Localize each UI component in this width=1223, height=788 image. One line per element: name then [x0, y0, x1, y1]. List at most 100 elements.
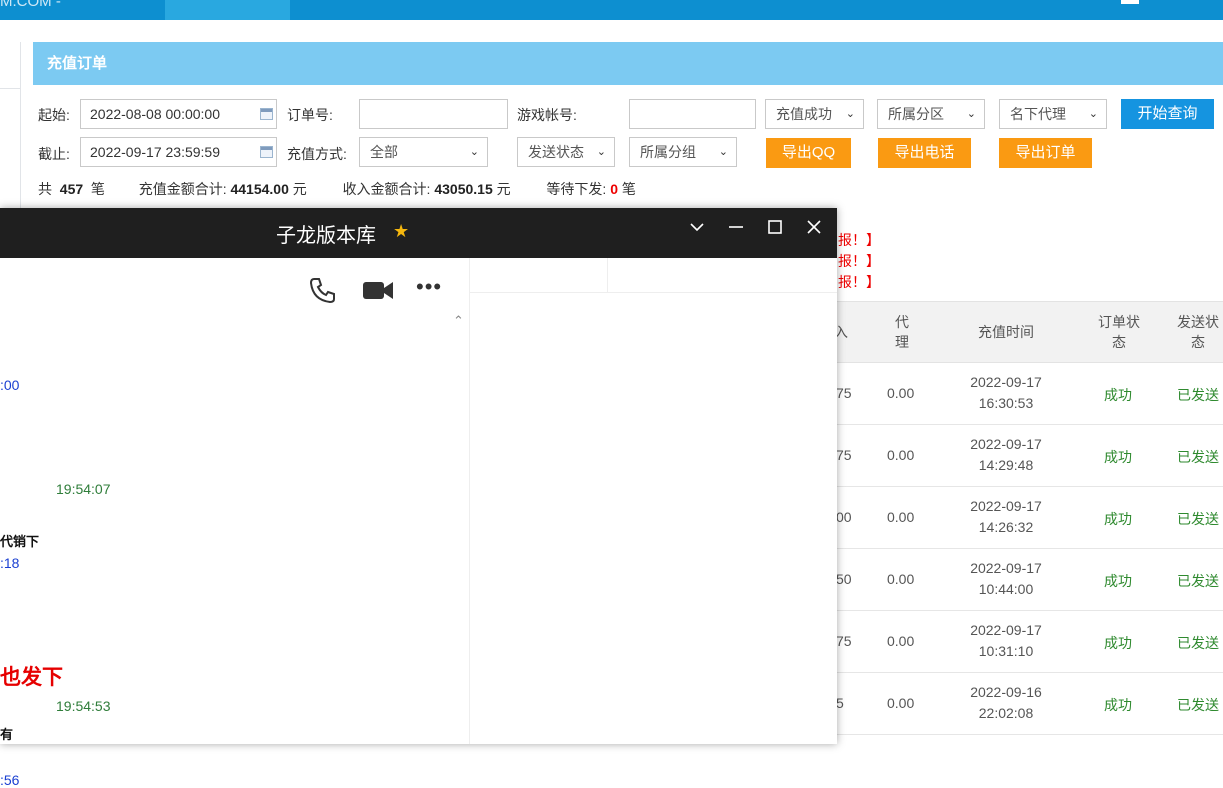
region-value: 所属分区	[888, 106, 944, 122]
minimize-icon[interactable]	[727, 218, 745, 242]
cell-date: 2022-09-17	[970, 436, 1042, 452]
calendar-icon[interactable]	[260, 108, 273, 120]
cell-time: 14:29:48	[978, 457, 1034, 473]
cell-agent: 0.00	[887, 509, 915, 525]
more-icon[interactable]: •••	[416, 274, 442, 300]
cell-send-status: 已发送	[1177, 387, 1219, 403]
chevron-down-icon[interactable]	[688, 218, 706, 242]
cell-order-status: 成功	[1104, 511, 1132, 527]
notice-text: 报！】	[838, 253, 880, 269]
cell-send-status: 已发送	[1177, 449, 1219, 465]
panel-title: 充值订单	[33, 42, 1223, 85]
message-time: 19:54:53	[56, 698, 111, 714]
summary-pending-count: 0	[610, 181, 618, 197]
search-button[interactable]: 开始查询	[1121, 99, 1214, 129]
export-orders-button[interactable]: 导出订单	[999, 138, 1092, 168]
brand-text: M.COM -	[0, 0, 61, 10]
cell-income: 50	[836, 571, 852, 587]
collapse-icon[interactable]: ⌃	[453, 313, 464, 329]
cell-income: 00	[836, 509, 852, 525]
phone-icon[interactable]	[307, 275, 337, 312]
order-no-label: 订单号:	[287, 107, 333, 123]
orders-table-header: 入 代理 充值时间 订单状态 发送状态	[828, 301, 1223, 363]
send-status-value: 发送状态	[528, 144, 584, 160]
calendar-icon[interactable]	[260, 146, 273, 158]
game-account-input[interactable]	[629, 99, 756, 129]
recharge-status-select[interactable]: 充值成功 ⌄	[765, 99, 864, 129]
start-date-input[interactable]: 2022-08-08 00:00:00	[80, 99, 277, 129]
th-send-status: 发送状态	[1177, 314, 1219, 350]
top-nav-active-tab[interactable]	[165, 0, 290, 20]
cell-order-status: 成功	[1104, 387, 1132, 403]
message-time: :56	[0, 772, 20, 788]
chevron-down-icon: ⌄	[469, 146, 479, 158]
message-text: 有	[0, 727, 14, 742]
group-value: 所属分组	[640, 144, 696, 160]
cell-date: 2022-09-17	[970, 374, 1042, 390]
th-time: 充值时间	[978, 324, 1034, 340]
summary-pending-label: 等待下发:	[546, 181, 607, 197]
cell-income: 75	[836, 447, 852, 463]
table-row: 00 0.00 2022-09-17 14:26:32 成功 已发送	[828, 487, 1223, 549]
video-icon[interactable]	[361, 278, 395, 309]
summary-income-label: 收入金额合计:	[342, 181, 431, 197]
close-icon[interactable]	[805, 218, 823, 242]
cell-agent: 0.00	[887, 385, 915, 401]
region-select[interactable]: 所属分区 ⌄	[877, 99, 985, 129]
cell-order-status: 成功	[1104, 449, 1132, 465]
chat-side-panel	[470, 258, 837, 744]
chat-window[interactable]: 子龙版本库 ★ ••• ⌃ :00 19:54:07 代销下 :18 也发下 1…	[0, 208, 837, 788]
cell-income: 75	[836, 633, 852, 649]
order-no-input[interactable]	[359, 99, 508, 129]
cell-order-status: 成功	[1104, 573, 1132, 589]
maximize-icon[interactable]	[766, 218, 784, 242]
send-status-select[interactable]: 发送状态 ⌄	[517, 137, 615, 167]
agent-select[interactable]: 名下代理 ⌄	[999, 99, 1107, 129]
pay-method-label: 充值方式:	[287, 146, 347, 162]
agent-value: 名下代理	[1010, 106, 1066, 122]
group-select[interactable]: 所属分组 ⌄	[629, 137, 737, 167]
chat-title: 子龙版本库	[276, 225, 376, 247]
export-phone-button[interactable]: 导出电话	[878, 138, 971, 168]
summary-pending-unit: 笔	[621, 181, 636, 197]
star-icon: ★	[393, 221, 410, 241]
table-row: 75 0.00 2022-09-17 14:29:48 成功 已发送	[828, 425, 1223, 487]
summary-currency: 元	[292, 181, 307, 197]
cell-time: 14:26:32	[978, 519, 1034, 535]
summary-recharge-amount: 44154.00	[230, 181, 289, 197]
cell-send-status: 已发送	[1177, 635, 1219, 651]
cell-agent: 0.00	[887, 571, 915, 587]
cell-date: 2022-09-17	[970, 498, 1042, 514]
cell-date: 2022-09-16	[970, 684, 1042, 700]
chat-message-area[interactable]: ••• ⌃ :00 19:54:07 代销下 :18 也发下 19:54:53 …	[0, 258, 469, 788]
start-label: 起始:	[38, 107, 70, 123]
cell-time: 22:02:08	[978, 705, 1034, 721]
message-text: 代销下	[0, 534, 40, 549]
cell-order-status: 成功	[1104, 635, 1132, 651]
recharge-status-value: 充值成功	[776, 106, 832, 122]
summary-recharge-label: 充值金额合计:	[138, 181, 227, 197]
th-agent: 代理	[895, 314, 909, 350]
summary-total-count: 457	[59, 181, 84, 197]
cell-agent: 0.00	[887, 633, 915, 649]
chevron-down-icon: ⌄	[845, 108, 855, 120]
pay-method-select[interactable]: 全部 ⌄	[359, 137, 488, 167]
end-date-value: 2022-09-17 23:59:59	[90, 144, 220, 160]
export-qq-button[interactable]: 导出QQ	[766, 138, 851, 168]
summary-income-amount: 43050.15	[434, 181, 493, 197]
message-time: 19:54:07	[56, 481, 111, 497]
end-label: 截止:	[38, 146, 70, 162]
window-icon[interactable]	[1121, 0, 1139, 4]
chevron-down-icon: ⌄	[1088, 108, 1098, 120]
end-date-input[interactable]: 2022-09-17 23:59:59	[80, 137, 277, 167]
table-row: 5 0.00 2022-09-16 22:02:08 成功 已发送	[828, 673, 1223, 735]
notice-text: 报！】	[838, 274, 880, 290]
cell-order-status: 成功	[1104, 697, 1132, 713]
cell-date: 2022-09-17	[970, 622, 1042, 638]
cell-income: 75	[836, 385, 852, 401]
message-text: 也发下	[0, 666, 63, 689]
order-summary: 共 457 笔 充值金额合计: 44154.00 元 收入金额合计: 43050…	[38, 179, 636, 199]
table-row: 50 0.00 2022-09-17 10:44:00 成功 已发送	[828, 549, 1223, 611]
chat-title-bar[interactable]: 子龙版本库 ★	[0, 208, 837, 258]
cell-date: 2022-09-17	[970, 560, 1042, 576]
